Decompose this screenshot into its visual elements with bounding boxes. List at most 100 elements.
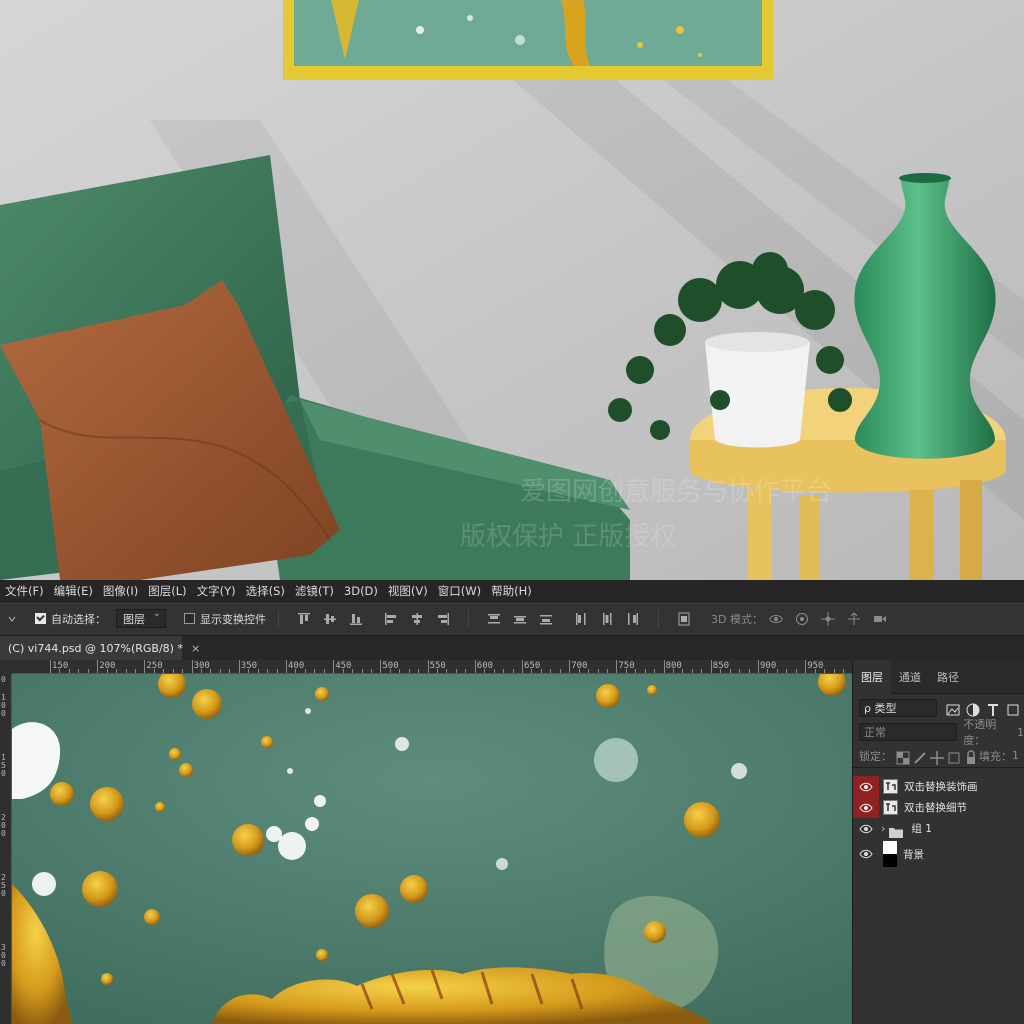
ruler-minor-tick: [78, 669, 80, 673]
smart-object-thumbnail-icon: [883, 779, 898, 794]
layer-row[interactable]: 双击替换装饰画: [853, 776, 1024, 797]
visibility-eye-icon[interactable]: [853, 776, 879, 797]
distribute-top-icon[interactable]: [486, 611, 502, 627]
document-tab[interactable]: (C) vi744.psd @ 107%(RGB/8) * ×: [0, 636, 200, 660]
tab-channels[interactable]: 通道: [891, 660, 929, 694]
layer-row[interactable]: › 组 1: [853, 818, 1024, 839]
ruler-minor-tick: [531, 669, 533, 673]
menu-item[interactable]: 图层(L): [145, 583, 193, 599]
menu-item[interactable]: 3D(D): [341, 584, 385, 598]
ruler-minor-tick: [210, 669, 212, 673]
align-right-edges-icon[interactable]: [435, 611, 451, 627]
ruler-origin[interactable]: [0, 660, 12, 674]
menu-item[interactable]: 滤镜(T): [292, 583, 341, 599]
vertical-ruler[interactable]: 0 100 150 200 250 300: [0, 674, 12, 1024]
menu-item[interactable]: 编辑(E): [51, 583, 100, 599]
align-top-edges-icon[interactable]: [296, 611, 312, 627]
ruler-minor-tick: [68, 669, 70, 673]
filter-pixel-layers-icon[interactable]: [945, 702, 960, 715]
auto-align-layers-icon[interactable]: [676, 611, 692, 627]
show-transform-label: 显示变换控件: [200, 612, 266, 626]
tab-paths[interactable]: 路径: [929, 660, 967, 694]
orbit-3d-icon[interactable]: [768, 611, 784, 627]
artwork-preview: [12, 674, 852, 1024]
distribute-vertical-centers-icon[interactable]: [512, 611, 528, 627]
align-vertical-centers-icon[interactable]: [322, 611, 338, 627]
ruler-minor-tick: [87, 669, 89, 673]
ruler-minor-tick: [465, 669, 467, 673]
camera-3d-icon[interactable]: [872, 611, 888, 627]
ruler-tick: [97, 660, 99, 673]
ruler-minor-tick: [437, 669, 439, 673]
ruler-tick: [427, 660, 429, 673]
chevron-right-icon[interactable]: ›: [881, 822, 885, 835]
document-tab-close-button[interactable]: ×: [191, 642, 200, 655]
menu-item[interactable]: 选择(S): [243, 583, 292, 599]
ruler-minor-tick: [654, 669, 656, 673]
ruler-minor-tick: [229, 669, 231, 673]
drag-3d-icon[interactable]: [820, 611, 836, 627]
ruler-minor-tick: [729, 669, 731, 673]
distribute-left-icon[interactable]: [573, 611, 589, 627]
menu-item[interactable]: 图像(I): [100, 583, 145, 599]
ruler-minor-tick: [588, 669, 590, 673]
ruler-tick: [286, 660, 287, 673]
ruler-tick: [522, 660, 523, 673]
folder-icon: [889, 823, 904, 838]
layer-row[interactable]: 背景: [853, 839, 1024, 869]
align-bottom-edges-icon[interactable]: [348, 611, 364, 627]
visibility-eye-icon[interactable]: [853, 797, 879, 818]
align-horizontal-centers-icon[interactable]: [409, 611, 425, 627]
blend-mode-select[interactable]: 正常: [859, 723, 958, 741]
filter-shape-layers-icon[interactable]: [1005, 702, 1019, 715]
visibility-eye-icon[interactable]: [853, 839, 879, 869]
ruler-minor-tick: [182, 669, 184, 673]
distribute-bottom-icon[interactable]: [538, 611, 554, 627]
lock-position-icon[interactable]: [929, 750, 944, 765]
move-tool-dropdown-icon[interactable]: [4, 611, 16, 627]
roll-3d-icon[interactable]: [794, 611, 810, 627]
ruler-minor-tick: [323, 669, 325, 673]
lock-artboard-icon[interactable]: [946, 750, 960, 764]
document-tab-bar: (C) vi744.psd @ 107%(RGB/8) * ×: [0, 636, 1024, 660]
menu-item[interactable]: 帮助(H): [488, 583, 539, 599]
auto-select-checkbox[interactable]: [35, 613, 46, 624]
menu-item[interactable]: 文字(Y): [194, 583, 243, 599]
layer-name: 背景: [903, 848, 924, 861]
layer-filter-select[interactable]: ρ 类型: [859, 699, 937, 717]
fill-input[interactable]: 1: [1012, 749, 1019, 762]
lock-transparent-pixels-icon[interactable]: [895, 750, 910, 765]
ruler-minor-tick: [484, 669, 486, 673]
tab-layers[interactable]: 图层: [853, 659, 891, 694]
ruler-tick-label: 250: [1, 873, 6, 898]
distribute-right-icon[interactable]: [625, 611, 641, 627]
menu-item[interactable]: 文件(F): [2, 583, 51, 599]
ruler-minor-tick: [219, 669, 221, 673]
ruler-minor-tick: [389, 669, 391, 673]
align-left-edges-icon[interactable]: [383, 611, 399, 627]
lock-all-icon[interactable]: [963, 750, 975, 764]
filter-type-layers-icon[interactable]: [985, 702, 998, 716]
menu-item[interactable]: 视图(V): [385, 583, 435, 599]
ruler-tick: [238, 660, 240, 673]
distribute-horizontal-centers-icon[interactable]: [599, 611, 615, 627]
ruler-minor-tick: [691, 669, 693, 673]
ruler-tick-label: 100: [1, 693, 6, 718]
slide-3d-icon[interactable]: [846, 611, 862, 627]
ruler-minor-tick: [701, 669, 703, 673]
ruler-minor-tick: [408, 669, 410, 673]
filter-adjustment-layers-icon[interactable]: [965, 702, 980, 716]
document-canvas[interactable]: [12, 674, 852, 1024]
lock-image-pixels-icon[interactable]: [912, 750, 926, 764]
layer-row[interactable]: 双击替换细节: [853, 797, 1024, 818]
visibility-eye-icon[interactable]: [853, 818, 879, 839]
ruler-tick: [144, 660, 146, 673]
ruler-minor-tick: [550, 669, 552, 673]
menu-item[interactable]: 窗口(W): [435, 583, 488, 599]
options-divider: [468, 609, 469, 628]
show-transform-checkbox[interactable]: [184, 613, 195, 624]
horizontal-ruler[interactable]: 150 200 250 300 350 400 450 500 550 600 650 700 750 8…: [12, 660, 852, 674]
auto-select-target-select[interactable]: 图层: [116, 608, 166, 628]
ruler-tick-label: 200: [1, 813, 6, 838]
opacity-input[interactable]: 1: [1017, 726, 1024, 739]
